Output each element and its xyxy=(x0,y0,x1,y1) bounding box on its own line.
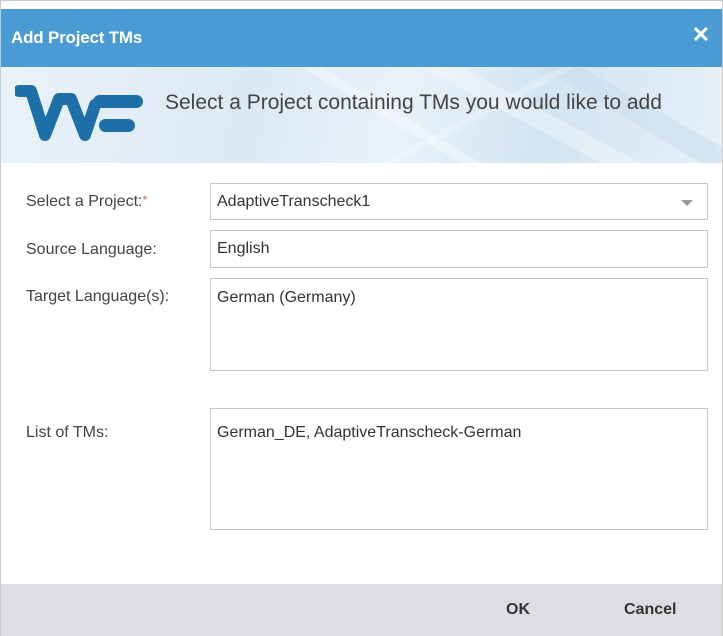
dialog-instruction: Select a Project containing TMs you woul… xyxy=(165,91,662,114)
tms-list-label: List of TMs: xyxy=(26,424,109,441)
project-select-value: AdaptiveTranscheck1 xyxy=(217,193,371,210)
cancel-button[interactable]: Cancel xyxy=(624,601,676,619)
required-marker: * xyxy=(142,193,148,207)
dialog-titlebar: Add Project TMs ✕ xyxy=(1,9,722,67)
target-language-label: Target Language(s): xyxy=(26,288,170,305)
source-language-field[interactable]: English xyxy=(210,230,708,268)
project-select[interactable]: AdaptiveTranscheck1 xyxy=(210,183,708,220)
ok-button[interactable]: OK xyxy=(506,601,530,619)
chevron-down-icon[interactable] xyxy=(681,200,693,206)
target-language-field[interactable]: German (Germany) xyxy=(210,278,708,371)
project-label-text: Select a Project: xyxy=(26,193,143,210)
wf-logo-icon xyxy=(15,85,143,141)
dialog-footer: OK Cancel xyxy=(1,584,722,636)
project-label: Select a Project:* xyxy=(26,193,147,211)
dialog-title: Add Project TMs xyxy=(11,28,143,47)
source-language-label: Source Language: xyxy=(26,241,157,258)
close-icon[interactable]: ✕ xyxy=(692,24,710,46)
add-project-tms-dialog: Add Project TMs ✕ Select a Project conta… xyxy=(0,0,723,636)
tms-list-field[interactable]: German_DE, AdaptiveTranscheck-German xyxy=(210,408,708,530)
dialog-banner: Select a Project containing TMs you woul… xyxy=(1,67,722,163)
